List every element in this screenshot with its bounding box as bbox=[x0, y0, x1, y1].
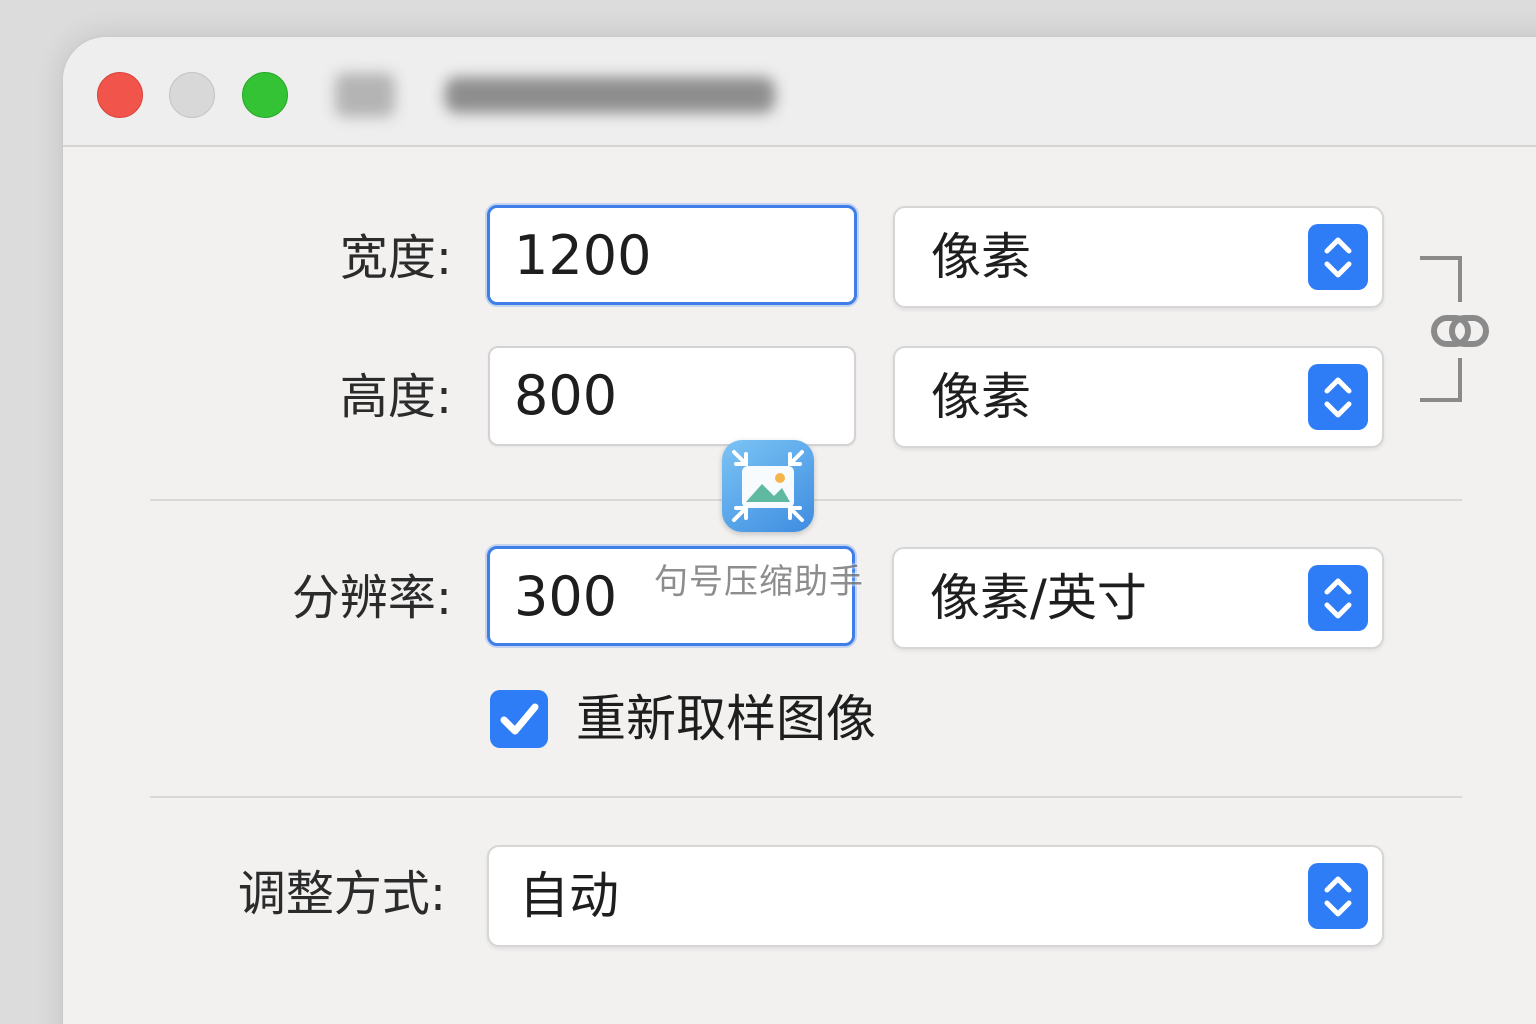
width-input[interactable]: 1200 bbox=[487, 205, 857, 305]
up-down-chevron-icon bbox=[1308, 565, 1368, 631]
resolution-label: 分辨率: bbox=[291, 570, 452, 626]
height-label: 高度: bbox=[339, 369, 452, 425]
up-down-chevron-icon bbox=[1308, 224, 1368, 290]
height-unit-select[interactable]: 像素 bbox=[893, 346, 1384, 448]
blurred-window-title bbox=[325, 65, 795, 125]
blurred-title-icon bbox=[335, 73, 395, 117]
maximize-button[interactable] bbox=[242, 72, 288, 118]
minimize-button[interactable] bbox=[169, 72, 215, 118]
width-unit-value: 像素 bbox=[931, 228, 1031, 286]
checkmark-icon bbox=[500, 703, 539, 735]
fit-value: 自动 bbox=[519, 867, 619, 925]
constrain-proportions-link[interactable] bbox=[1414, 252, 1504, 408]
watermark-text: 句号压缩助手 bbox=[654, 562, 864, 602]
up-down-chevron-icon bbox=[1308, 364, 1368, 430]
height-unit-value: 像素 bbox=[931, 368, 1031, 426]
width-label: 宽度: bbox=[339, 230, 452, 286]
compress-image-icon bbox=[722, 440, 814, 532]
height-input[interactable]: 800 bbox=[488, 346, 856, 446]
resolution-unit-value: 像素/英寸 bbox=[930, 569, 1147, 627]
close-button[interactable] bbox=[97, 72, 143, 118]
fit-select[interactable]: 自动 bbox=[487, 845, 1384, 947]
link-icon bbox=[1431, 315, 1489, 347]
resolution-unit-select[interactable]: 像素/英寸 bbox=[892, 547, 1384, 649]
up-down-chevron-icon bbox=[1308, 863, 1368, 929]
resample-label[interactable]: 重新取样图像 bbox=[576, 688, 876, 750]
divider bbox=[150, 796, 1462, 798]
width-unit-select[interactable]: 像素 bbox=[893, 206, 1384, 308]
resample-checkbox[interactable] bbox=[490, 690, 548, 748]
title-bar bbox=[63, 37, 1536, 147]
fit-label: 调整方式: bbox=[237, 866, 446, 922]
blurred-title-text bbox=[445, 77, 775, 113]
